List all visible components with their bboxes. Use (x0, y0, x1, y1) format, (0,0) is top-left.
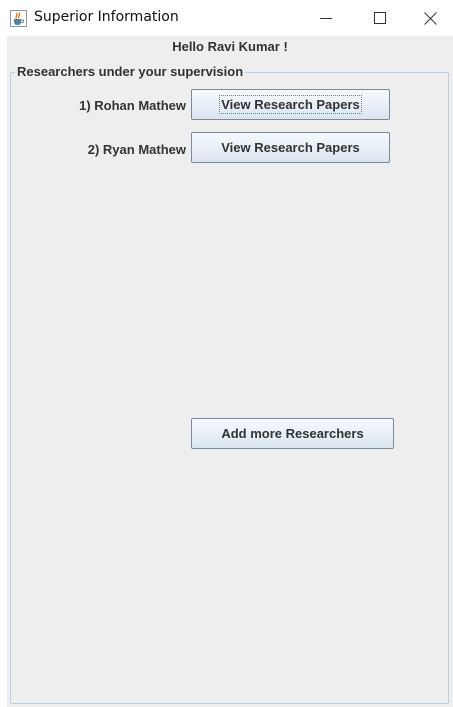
view-research-papers-button-1[interactable]: View Research Papers (191, 89, 390, 120)
window-title: Superior Information (34, 9, 179, 25)
maximize-icon (374, 12, 386, 24)
maximize-button[interactable] (357, 0, 403, 36)
close-button[interactable] (407, 0, 453, 36)
minimize-icon (320, 18, 332, 19)
title-bar[interactable]: Superior Information (0, 0, 453, 36)
view-research-papers-label-2: View Research Papers (221, 140, 360, 155)
close-icon (423, 11, 437, 25)
greeting-label: Hello Ravi Kumar ! (172, 39, 288, 54)
content-pane: Hello Ravi Kumar ! Researchers under you… (7, 36, 453, 707)
add-more-researchers-label: Add more Researchers (221, 426, 364, 441)
researchers-group-box (10, 72, 449, 704)
researcher-label-2: 2) Ryan Mathew (87, 142, 186, 157)
view-research-papers-label-1: View Research Papers (219, 95, 362, 114)
minimize-button[interactable] (303, 0, 349, 36)
researchers-group-title: Researchers under your supervision (15, 64, 246, 79)
view-research-papers-button-2[interactable]: View Research Papers (191, 132, 390, 163)
add-more-researchers-button[interactable]: Add more Researchers (191, 418, 394, 449)
java-coffee-cup-icon (10, 10, 27, 27)
researcher-label-1: 1) Rohan Mathew (79, 98, 186, 113)
